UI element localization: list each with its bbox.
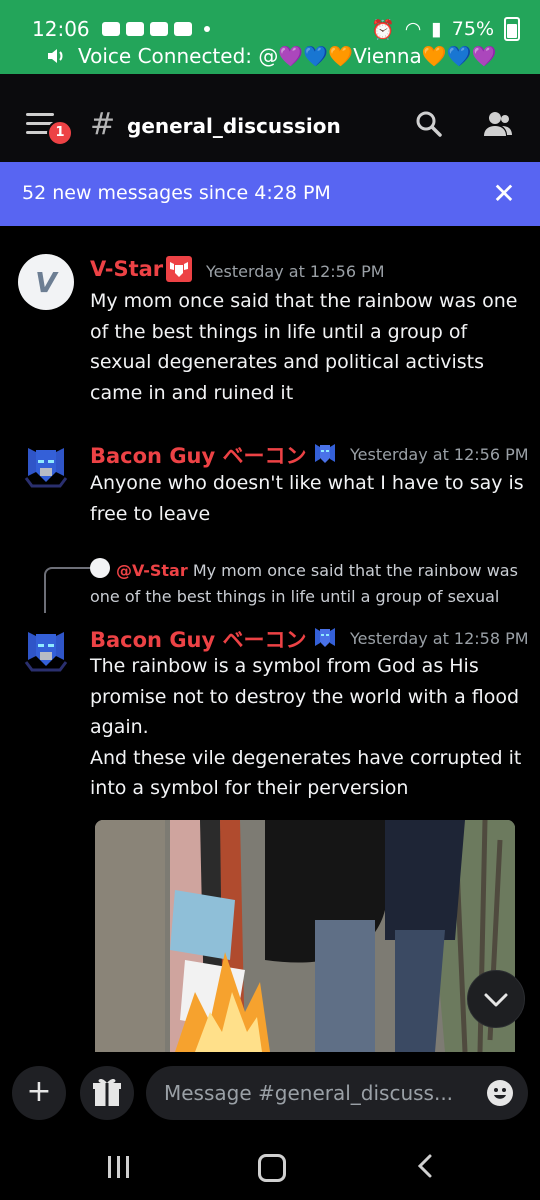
emoji-icon[interactable] [486,1079,514,1107]
members-icon[interactable] [482,110,514,138]
speaker-icon [46,46,66,66]
system-nav-bar [0,1136,540,1200]
notification-icons [101,22,210,36]
gift-icon [93,1078,121,1106]
jump-to-bottom-button[interactable] [467,970,525,1028]
autobot-emblem-icon [166,256,192,282]
channel-header: 1 # general_discussion [0,74,540,162]
new-messages-bar[interactable]: 52 new messages since 4:28 PM ✕ [0,162,540,226]
new-messages-text: 52 new messages since 4:28 PM [22,182,331,204]
voice-connected-banner[interactable]: Voice Connected: @💜💙🧡Vienna🧡💙💜 [46,44,497,68]
robot-emblem-icon [312,624,338,650]
recents-icon[interactable] [108,1156,132,1178]
avatar[interactable]: V [18,254,74,310]
message-input[interactable]: Message #general_discuss... [146,1066,528,1120]
signal-icon: ▮ [431,18,442,40]
message-text: My mom once said that the rainbow was on… [90,290,518,404]
message-composer: + Message #general_discuss... [0,1052,540,1136]
gift-button[interactable] [80,1066,134,1120]
avatar[interactable] [18,622,74,678]
message-text: The rainbow is a symbol from God as His … [90,655,522,799]
message-timestamp: Yesterday at 12:56 PM [206,262,385,281]
wifi-icon: ◠ [404,18,422,40]
battery-icon [504,17,520,41]
message-author[interactable]: Bacon Guy ベーコン [90,440,307,470]
add-attachment-button[interactable]: + [12,1066,66,1120]
notification-badge: 1 [47,120,73,146]
discord-icon [101,22,120,36]
status-bar: 12:06 ⏰ ◠ ▮ 75% Voice Connected: @💜💙🧡Vie… [0,0,540,74]
reply-preview[interactable]: @V-Star My mom once said that the rainbo… [90,558,520,610]
avatar-letter: V [35,265,57,299]
message-text: Anyone who doesn't like what I have to s… [90,472,524,525]
status-time: 12:06 [32,17,90,41]
avatar[interactable] [18,438,74,494]
chevron-down-icon [484,993,508,1007]
close-icon[interactable]: ✕ [486,176,522,212]
alarm-icon: ⏰ [371,18,395,41]
image-attachment[interactable] [95,820,515,1052]
youtube-icon [125,22,144,36]
message-timestamp: Yesterday at 12:56 PM [350,445,529,464]
channel-hash-icon: # [90,107,116,142]
message-author[interactable]: Bacon Guy ベーコン [90,624,307,654]
channel-name[interactable]: general_discussion [127,114,341,138]
more-dot-icon [203,26,210,32]
reply-author: @V-Star [116,561,188,580]
back-icon[interactable] [412,1152,438,1180]
battery-percent: 75% [451,18,494,40]
search-icon[interactable] [415,110,443,138]
voice-banner-text: Voice Connected: @💜💙🧡Vienna🧡💙💜 [78,44,497,68]
message-author[interactable]: V-Star [90,257,163,281]
message-input-placeholder: Message #general_discuss... [164,1081,454,1105]
home-icon[interactable] [258,1154,286,1182]
message-timestamp: Yesterday at 12:58 PM [350,629,529,648]
youtube-icon [173,22,192,36]
reply-connector [44,567,90,613]
robot-emblem-icon [312,440,338,466]
youtube-icon [149,22,168,36]
